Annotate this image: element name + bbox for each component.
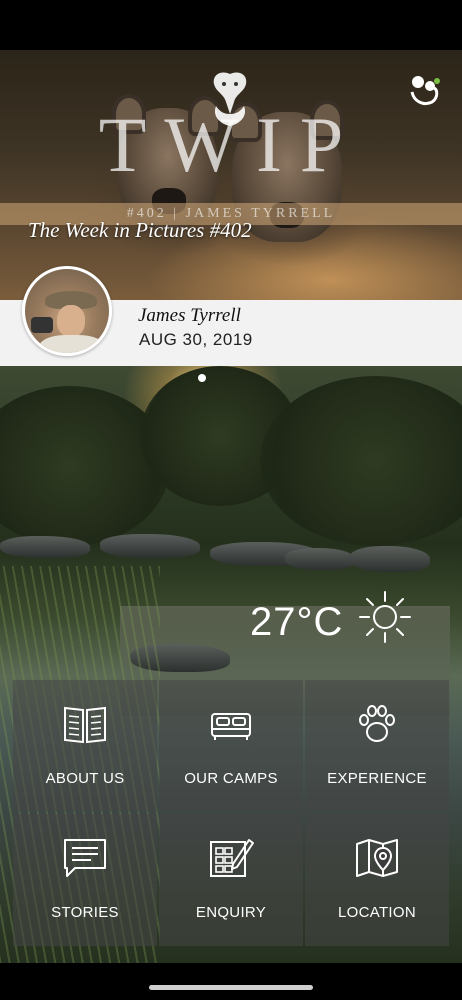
system-nav-bar (0, 963, 462, 1000)
menu-label-stories: STORIES (51, 904, 119, 921)
hero-banner[interactable]: #402 | JAMES TYRRELL TWIP The Week in Pi… (0, 50, 462, 300)
carousel-page-dot[interactable] (198, 374, 206, 382)
menu-tile-about-us[interactable]: ABOUT US (13, 680, 157, 812)
menu-label-location: LOCATION (338, 904, 416, 921)
menu-tile-stories[interactable]: STORIES (13, 814, 157, 946)
logo-emblem-icon (213, 72, 247, 126)
author-name: James Tyrrell (138, 305, 241, 326)
paw-icon (359, 705, 395, 742)
menu-tile-enquiry[interactable]: ENQUIRY (159, 814, 303, 946)
bed-icon (211, 713, 251, 740)
sun-icon (359, 591, 411, 643)
menu-label-experience: EXPERIENCE (327, 770, 427, 787)
menu-tile-location[interactable]: LOCATION (305, 814, 449, 946)
weather-temperature: 27°C (250, 600, 344, 644)
menu-tile-our-camps[interactable]: OUR CAMPS (159, 680, 303, 812)
chat-icon (64, 839, 106, 877)
map-pin-icon (356, 839, 398, 877)
menu-label-our-camps: OUR CAMPS (184, 770, 278, 787)
home-indicator[interactable] (149, 985, 313, 990)
hero-title: The Week in Pictures #402 (28, 218, 252, 242)
status-bar (0, 0, 462, 50)
menu-tile-experience[interactable]: EXPERIENCE (305, 680, 449, 812)
menu-label-about-us: ABOUT US (45, 770, 125, 787)
main-menu-grid: ABOUT US OUR CAMPS EXPERIENCE STORIES EN… (13, 680, 449, 948)
share-icon[interactable] (404, 72, 444, 108)
menu-label-enquiry: ENQUIRY (195, 904, 267, 921)
form-pencil-icon (210, 839, 254, 877)
book-icon (64, 706, 106, 744)
post-date: AUG 30, 2019 (139, 330, 253, 349)
author-avatar (22, 266, 112, 356)
